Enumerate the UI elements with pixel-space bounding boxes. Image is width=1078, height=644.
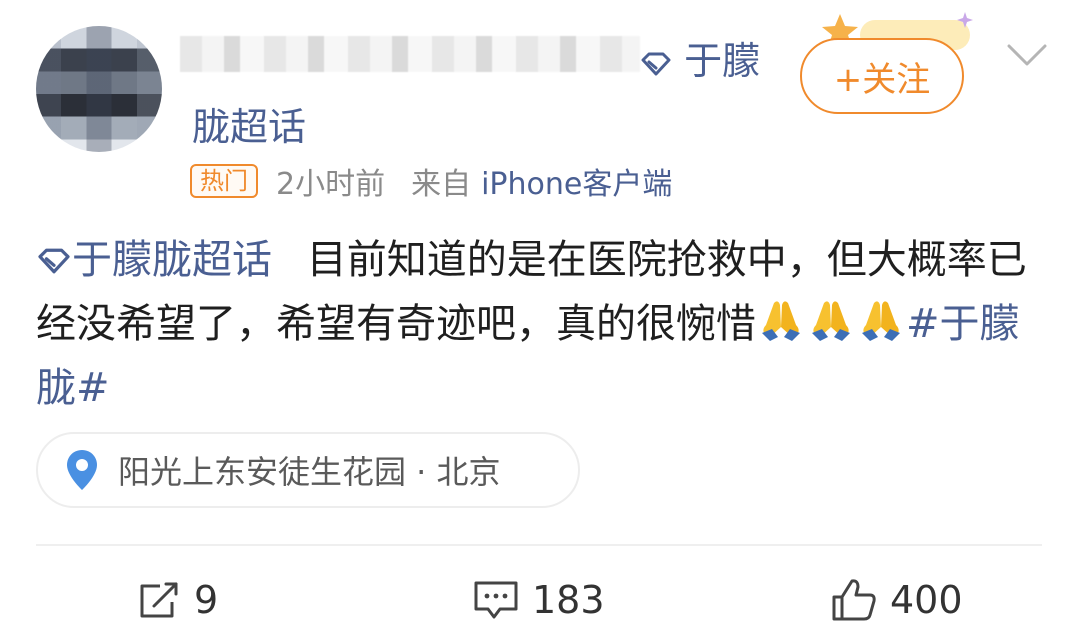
hot-badge: 热门	[190, 164, 258, 198]
supertopic-link-cont[interactable]: 胧超话	[192, 96, 306, 151]
pray-emoji-icon	[862, 301, 900, 341]
supertopic-name-part1: 于朦	[684, 39, 761, 83]
location-tag[interactable]: 阳光上东安徒生花园 · 北京	[36, 432, 580, 508]
post-time: 2小时前	[276, 167, 386, 202]
supertopic-name-part2: 胧超话	[192, 105, 307, 149]
supertopic-link[interactable]: 于朦	[640, 30, 760, 85]
supertopic-diamond-icon	[641, 52, 671, 75]
comment-button[interactable]: 183	[472, 570, 605, 630]
share-button[interactable]: 9	[136, 570, 218, 630]
like-count: 400	[890, 578, 963, 622]
pray-emoji-icon	[812, 301, 850, 341]
comment-count: 183	[532, 578, 605, 622]
content-supertopic-link[interactable]: 于朦胧超话	[36, 237, 272, 283]
source-prefix: 来自	[411, 167, 472, 202]
chevron-down-icon[interactable]	[1003, 38, 1051, 72]
post-content: 于朦胧超话 目前知道的是在医院抢救中，但大概率已经没希望了，希望有奇迹吧，真的很…	[36, 228, 1046, 420]
source-link[interactable]: iPhone客户端	[481, 159, 672, 203]
avatar[interactable]	[36, 26, 162, 152]
follow-button-label: +关注	[833, 59, 931, 100]
location-text: 阳光上东安徒生花园 · 北京	[118, 453, 501, 491]
follow-button[interactable]: +关注	[800, 38, 964, 114]
comment-icon	[474, 581, 518, 619]
location-pin-icon	[67, 450, 97, 490]
pray-emoji-icon	[762, 301, 800, 341]
content-diamond-icon	[38, 248, 70, 274]
content-supertopic-text: 于朦胧超话	[72, 237, 272, 283]
post-meta: 热门 2小时前 来自 iPhone客户端	[190, 163, 672, 202]
thumbs-up-icon	[832, 579, 876, 621]
like-button[interactable]: 400	[830, 570, 963, 630]
action-bar: 9 183 400	[0, 570, 1078, 630]
divider	[36, 544, 1042, 546]
share-count: 9	[194, 578, 219, 622]
share-icon	[140, 582, 178, 618]
username-blurred[interactable]	[180, 36, 640, 72]
